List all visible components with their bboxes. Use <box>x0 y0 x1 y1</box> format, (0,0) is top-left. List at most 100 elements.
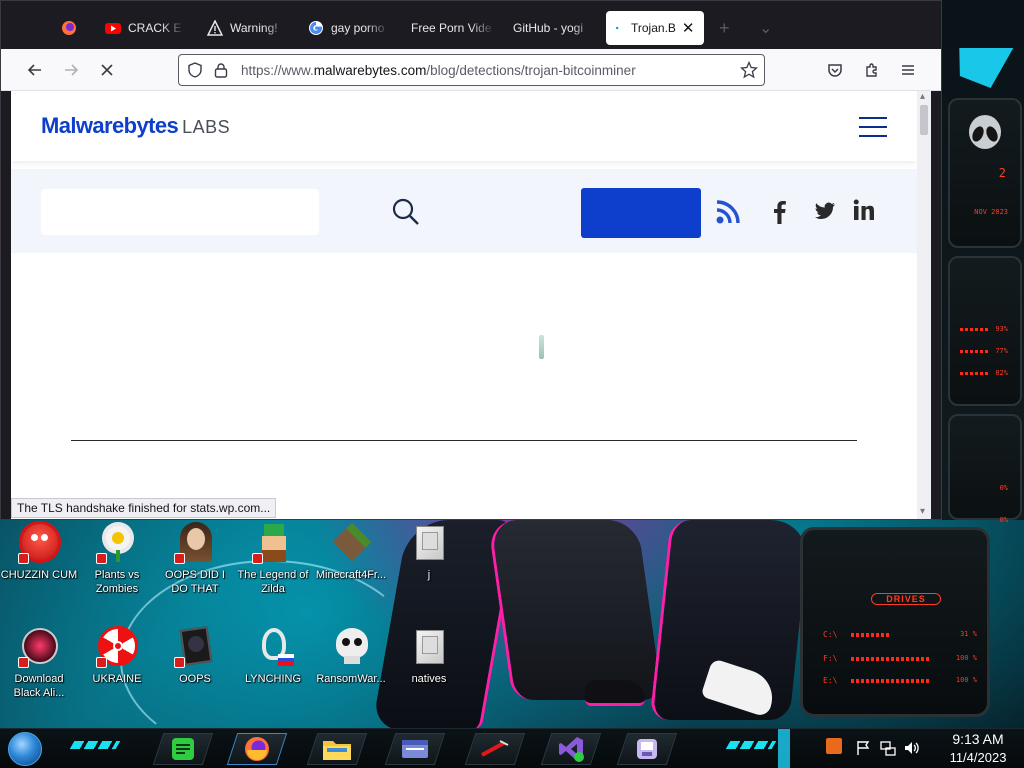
tab-title: CRACK E <box>128 21 182 35</box>
pocket-icon <box>828 64 842 77</box>
skull-icon <box>330 626 372 668</box>
rss-icon[interactable] <box>715 199 741 225</box>
tab-youtube[interactable]: CRACK E <box>105 11 185 45</box>
tab-title: Trojan.B <box>631 21 676 35</box>
drive-value: 100 % <box>955 676 977 684</box>
desktop-icon-ukraine[interactable]: UKRAINE <box>78 626 156 686</box>
scroll-down-icon[interactable]: ▾ <box>920 506 925 517</box>
scrollbar-thumb[interactable] <box>920 105 928 135</box>
bookmark-star-icon[interactable] <box>740 61 758 79</box>
stop-button[interactable] <box>94 57 120 83</box>
desktop-icon-minecraft[interactable]: Minecraft4Fr... <box>312 522 390 582</box>
taskbar-visual-studio[interactable] <box>540 733 602 765</box>
tab-free-video[interactable]: Free Porn Vide <box>411 11 495 45</box>
taskbar-notes-app[interactable] <box>152 733 214 765</box>
tab-title: Warning! <box>230 21 278 35</box>
flower-icon <box>96 522 138 564</box>
logo-suffix: LABS <box>182 117 231 137</box>
drives-widget: DRIVES C:\ 31 % F:\ 100 % E:\ 100 % <box>800 527 990 717</box>
sword-icon <box>481 740 509 757</box>
start-button[interactable] <box>8 732 42 766</box>
site-search-input[interactable] <box>41 189 319 235</box>
tab-google[interactable]: gay porno <box>308 11 390 45</box>
taskbar-storage-app[interactable] <box>616 733 678 765</box>
desktop-icon-label: Plants vs Zombies <box>94 569 140 595</box>
desktop-icon-natives[interactable]: natives <box>390 626 468 686</box>
desktop-icon-plants-vs-zombies[interactable]: Plants vs Zombies <box>78 522 156 596</box>
back-button[interactable] <box>22 57 48 83</box>
notes-icon <box>172 738 194 760</box>
taskbar-window-app[interactable] <box>384 733 446 765</box>
desktop-icon-oops[interactable]: OOPS <box>156 626 234 686</box>
desktop-icon-ransomware[interactable]: RansomWar... <box>312 626 390 686</box>
firefox-icon <box>62 21 76 35</box>
tab-trojan-active[interactable]: Trojan.B ✕ <box>606 11 704 45</box>
url-domain: malwarebytes.com <box>313 63 427 78</box>
widget-network-panel: 0% 0% <box>948 414 1022 524</box>
desktop-icon-chuzzin[interactable]: CHUZZIN CUM <box>0 522 78 582</box>
back-arrow-icon <box>27 64 41 76</box>
search-icon[interactable] <box>391 197 421 227</box>
taskbar-red-app[interactable] <box>464 733 526 765</box>
desktop-icon-label: j <box>427 569 431 581</box>
youtube-icon <box>105 23 121 34</box>
taskbar-file-explorer[interactable] <box>306 733 368 765</box>
portrait-icon <box>174 522 216 564</box>
extensions-button[interactable] <box>859 57 885 83</box>
cpu-bar <box>960 328 990 331</box>
desktop-icon-label: Minecraft4Fr... <box>315 569 387 581</box>
twitter-icon[interactable] <box>813 199 837 223</box>
desktop-icon-label: The Legend of Zilda <box>237 569 309 595</box>
drive-value: 31 % <box>960 630 977 638</box>
list-all-tabs-button[interactable]: ⌄ <box>759 11 775 45</box>
widget-date-text: NOV 2023 <box>974 208 1008 216</box>
facebook-icon[interactable] <box>771 199 787 225</box>
malwarebytes-labs-logo[interactable]: Malwarebytes LABS <box>41 113 230 139</box>
tab-firefox[interactable] <box>61 11 87 45</box>
flag-icon[interactable] <box>855 740 871 756</box>
close-tab-icon[interactable]: ✕ <box>682 19 695 37</box>
wallpaper-shoe <box>585 680 645 706</box>
desktop-icon-download-black-alien[interactable]: Download Black Ali... <box>0 626 78 700</box>
alien-head-icon <box>969 115 1001 149</box>
drive-value: 100 % <box>955 654 977 662</box>
drive-letter: C:\ <box>823 630 838 639</box>
app-menu-button[interactable] <box>895 57 921 83</box>
desktop-icon-legend-of-zilda[interactable]: The Legend of Zilda <box>234 522 312 596</box>
lock-icon <box>214 63 228 78</box>
site-header: Malwarebytes LABS <box>11 91 917 161</box>
show-desktop-strip[interactable] <box>778 729 790 768</box>
page-scrollbar[interactable]: ▴ ▾ <box>917 91 931 519</box>
tab-title: Free Porn Vide <box>411 21 492 35</box>
desktop-icon-lynching[interactable]: LYNCHING <box>234 626 312 686</box>
scroll-up-icon[interactable]: ▴ <box>920 91 925 102</box>
google-icon <box>309 21 323 35</box>
tab-warning[interactable]: Warning! <box>207 11 289 45</box>
clock-time[interactable]: 9:13 AM <box>938 731 1018 747</box>
logo-text: Malwarebytes <box>41 113 179 138</box>
tray-app-icon[interactable] <box>826 738 842 754</box>
volume-icon[interactable] <box>904 740 920 756</box>
network-icon[interactable] <box>880 740 896 756</box>
status-bar-text: The TLS handshake finished for stats.wp.… <box>11 498 277 518</box>
taskbar-firefox[interactable] <box>226 733 288 765</box>
new-tab-button[interactable]: + <box>719 11 735 45</box>
pocket-button[interactable] <box>822 57 848 83</box>
cta-button[interactable] <box>581 188 701 238</box>
desktop-icon-label: OOPS DID I DO THAT <box>165 569 225 595</box>
desktop-icon-oops-did-i[interactable]: OOPS DID I DO THAT <box>156 522 234 596</box>
red-fuzzball-icon <box>18 522 60 564</box>
widget-usage-panel: 93% 77% 82% <box>948 256 1022 406</box>
alien-orb-icon <box>18 626 60 668</box>
site-menu-button[interactable] <box>859 117 887 139</box>
folder-icon <box>408 522 450 564</box>
clock-date[interactable]: 11/4/2023 <box>938 750 1018 765</box>
wallpaper-figure-mid <box>487 520 663 700</box>
noose-icon <box>252 626 294 668</box>
tab-github[interactable]: GitHub - yogi <box>513 11 597 45</box>
forward-button[interactable] <box>58 57 84 83</box>
desktop-icon-folder-j[interactable]: j <box>390 522 468 582</box>
address-bar[interactable]: https://www.malwarebytes.com/blog/detect… <box>178 54 765 86</box>
linkedin-icon[interactable] <box>853 199 875 221</box>
minecraft-block-icon <box>330 522 372 564</box>
